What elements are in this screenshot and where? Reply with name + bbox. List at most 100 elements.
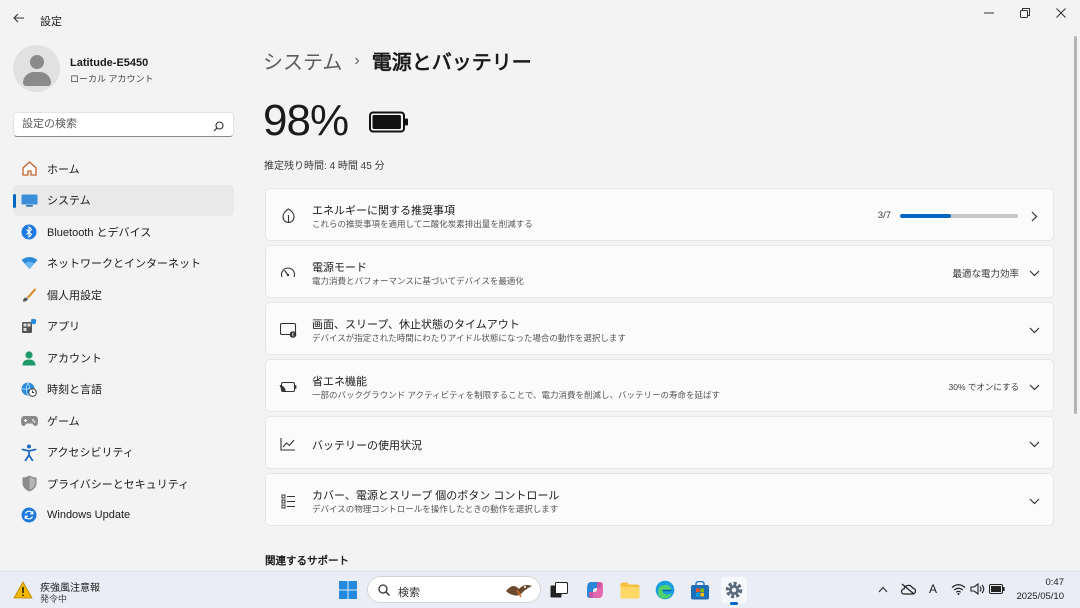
sidebar-item-label: ホーム — [47, 163, 80, 176]
globe-clock-icon — [20, 380, 38, 398]
restore-button[interactable] — [1008, 2, 1042, 24]
chevron-down-icon[interactable] — [1028, 495, 1040, 507]
sidebar-item-home[interactable]: ホーム — [13, 153, 234, 185]
windows-logo-icon — [339, 581, 357, 599]
card-screen-sleep-timeout[interactable]: 画面、スリープ、休止状態のタイムアウト デバイスが指定された時間にわたりアイドル… — [265, 302, 1054, 355]
settings-app-button[interactable] — [721, 577, 747, 605]
card-title: 電源モード — [312, 262, 367, 274]
battery-estimate: 推定残り時間: 4 時間 45 分 — [264, 157, 385, 172]
settings-window: 設定 Latitude-E5450 ローカル アカウント ホーム — [0, 0, 1080, 571]
chart-icon — [279, 435, 297, 453]
card-subtitle: これらの推奨事項を適用して二酸化炭素排出量を削減する — [312, 219, 533, 229]
battery-tray-icon[interactable] — [989, 581, 1005, 597]
accessibility-icon — [20, 443, 38, 461]
taskbar-clock-date[interactable]: 2025/05/10 — [1016, 591, 1064, 602]
scrollbar[interactable] — [1074, 36, 1077, 414]
sidebar-item-accessibility[interactable]: アクセシビリティ — [13, 437, 234, 469]
chevron-right-icon — [1028, 210, 1040, 222]
breadcrumb-separator: › — [354, 51, 360, 69]
edge-icon — [655, 580, 675, 600]
search-icon[interactable] — [213, 119, 225, 132]
shield-icon — [20, 475, 38, 493]
start-button[interactable] — [335, 577, 361, 603]
sidebar-item-system[interactable]: システム — [13, 184, 234, 216]
back-arrow-icon — [13, 13, 24, 23]
sidebar-item-label: 個人用設定 — [47, 289, 102, 302]
settings-search — [13, 112, 234, 137]
card-title: 画面、スリープ、休止状態のタイムアウト — [312, 319, 520, 331]
card-energy-saver[interactable]: 省エネ機能 一部のバックグラウンド アクティビティを制限することで、電力消費を削… — [265, 359, 1054, 412]
sidebar-nav: ホーム システム Bluetooth とデバイス ネットワークとインターネット … — [13, 153, 234, 531]
close-icon — [1056, 8, 1066, 18]
copilot-icon — [587, 582, 603, 598]
warning-icon — [13, 581, 33, 599]
sidebar-item-label: Bluetooth とデバイス — [47, 226, 152, 239]
page-title: 電源とバッテリー — [371, 52, 532, 74]
sidebar-item-label: Windows Update — [47, 509, 131, 522]
restore-icon — [1020, 8, 1030, 18]
wifi-icon[interactable] — [950, 581, 966, 597]
folder-icon — [620, 582, 640, 598]
card-power-mode[interactable]: 電源モード 電力消費とパフォーマンスに基づいてデバイスを最適化 最適な電力効率 — [265, 245, 1054, 298]
bluetooth-icon — [20, 223, 38, 241]
volume-icon[interactable] — [969, 581, 985, 597]
file-explorer-button[interactable] — [617, 577, 643, 603]
sidebar-item-privacy[interactable]: プライバシーとセキュリティ — [13, 468, 234, 500]
sidebar-item-bluetooth[interactable]: Bluetooth とデバイス — [13, 216, 234, 248]
card-title: バッテリーの使用状況 — [312, 440, 422, 452]
card-battery-usage[interactable]: バッテリーの使用状況 — [265, 416, 1054, 469]
buttons-list-icon — [279, 492, 297, 510]
gamepad-icon — [20, 412, 38, 430]
energy-saver-value: 30% でオンにする — [948, 382, 1019, 392]
taskbar-search[interactable]: 検索 — [367, 576, 541, 603]
sidebar-item-personalization[interactable]: 個人用設定 — [13, 279, 234, 311]
battery-icon — [369, 111, 409, 138]
card-subtitle: デバイスが指定された時間にわたりアイドル状態になった場合の動作を選択します — [312, 333, 626, 343]
sidebar-item-network[interactable]: ネットワークとインターネット — [13, 248, 234, 280]
breadcrumb-parent[interactable]: システム — [263, 46, 342, 75]
ime-indicator[interactable]: A — [925, 581, 941, 597]
chevron-up-icon[interactable] — [875, 581, 891, 597]
sidebar-item-label: アクセシビリティ — [47, 447, 134, 460]
chevron-down-icon[interactable] — [1028, 267, 1040, 279]
weather-subtitle: 発令中 — [40, 594, 68, 604]
chevron-down-icon[interactable] — [1028, 438, 1040, 450]
sidebar-item-apps[interactable]: アプリ — [13, 311, 234, 343]
power-mode-icon — [279, 264, 297, 282]
minimize-button[interactable] — [972, 2, 1006, 24]
copilot-button[interactable] — [582, 577, 608, 603]
screen-sleep-icon — [279, 321, 297, 339]
title-bar: 設定 — [0, 0, 1080, 36]
task-view-button[interactable] — [546, 577, 572, 603]
back-button[interactable] — [8, 8, 30, 28]
search-input[interactable] — [22, 118, 212, 130]
recommendations-progress-text: 3/7 — [877, 210, 891, 221]
edge-button[interactable] — [652, 577, 678, 603]
profile-account-type: ローカル アカウント — [70, 74, 154, 84]
card-energy-recommendations[interactable]: エネルギーに関する推奨事項 これらの推奨事項を適用して二酸化炭素排出量を削減する… — [265, 188, 1054, 241]
cloud-offline-icon[interactable] — [900, 581, 916, 597]
taskbar-search-text: 検索 — [398, 587, 420, 599]
taskbar-clock-time[interactable]: 0:47 — [1046, 577, 1065, 588]
close-button[interactable] — [1044, 2, 1078, 24]
store-button[interactable] — [687, 577, 713, 603]
chevron-down-icon[interactable] — [1028, 324, 1040, 336]
card-subtitle: 電力消費とパフォーマンスに基づいてデバイスを最適化 — [312, 276, 524, 286]
breadcrumb: システム › 電源とバッテリー — [263, 46, 532, 75]
sidebar-item-gaming[interactable]: ゲーム — [13, 405, 234, 437]
power-mode-value[interactable]: 最適な電力効率 — [952, 266, 1019, 280]
chevron-down-icon[interactable] — [1028, 381, 1040, 393]
battery-percentage: 98% — [263, 96, 349, 145]
card-lid-power-buttons[interactable]: カバー、電源とスリープ 個のボタン コントロール デバイスの物理コントロールを操… — [265, 473, 1054, 526]
card-title: カバー、電源とスリープ 個のボタン コントロール — [312, 490, 560, 502]
update-icon — [20, 506, 38, 524]
apps-icon — [20, 317, 38, 335]
sidebar-item-time-language[interactable]: 時刻と言語 — [13, 374, 234, 406]
settings-cards: エネルギーに関する推奨事項 これらの推奨事項を適用して二酸化炭素排出量を削減する… — [265, 188, 1054, 530]
minimize-icon — [984, 12, 994, 14]
recommendations-progress-bar — [900, 214, 1018, 218]
sidebar-item-accounts[interactable]: アカウント — [13, 342, 234, 374]
search-highlight-bird-icon — [506, 585, 532, 598]
task-view-icon — [550, 582, 568, 598]
sidebar-item-windows-update[interactable]: Windows Update — [13, 500, 234, 532]
